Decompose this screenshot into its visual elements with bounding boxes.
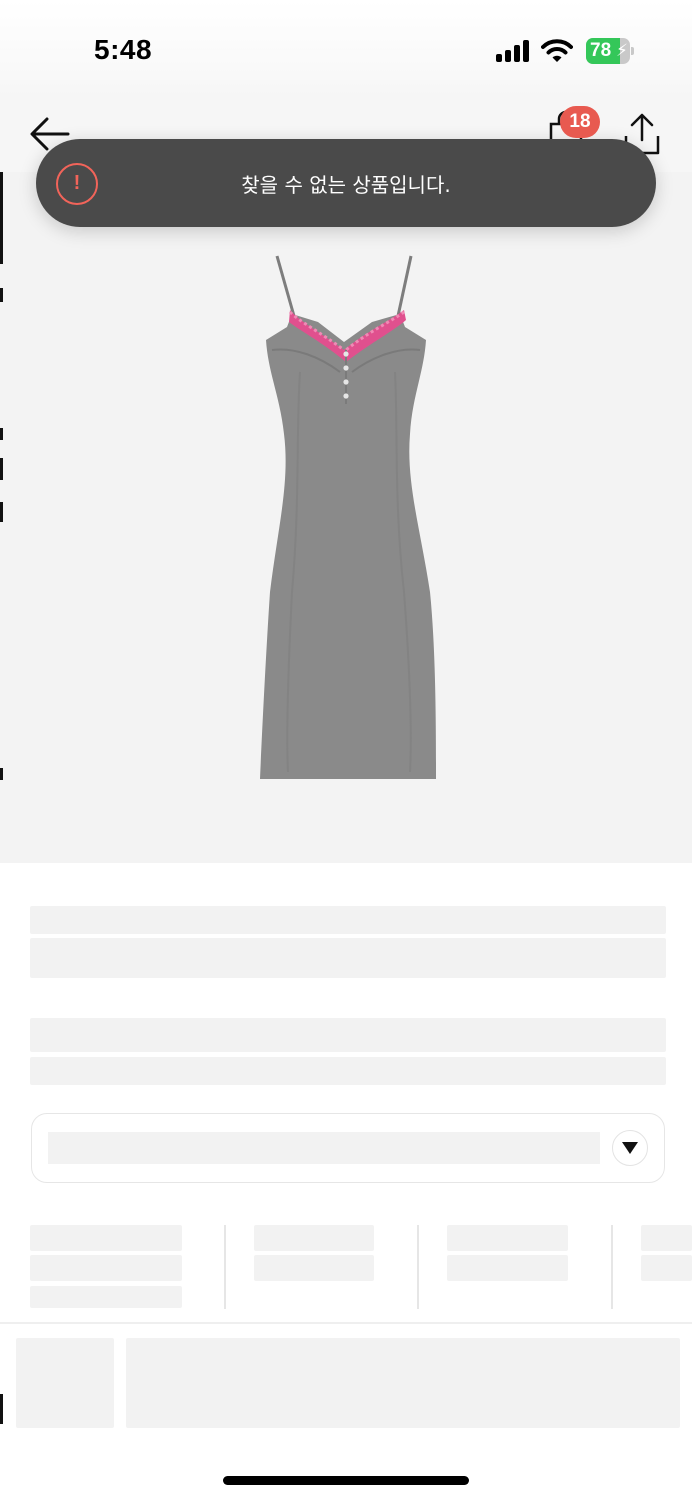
dress-illustration <box>260 255 436 779</box>
skeleton-info-2a <box>254 1225 374 1251</box>
skeleton-info-1b <box>30 1255 182 1281</box>
cellular-signal-icon <box>496 40 532 62</box>
toast-message: 찾을 수 없는 상품입니다. <box>241 173 451 197</box>
skeleton-info-3a <box>447 1225 568 1251</box>
info-divider-2 <box>417 1225 419 1309</box>
cart-count-badge: 18 <box>560 106 600 138</box>
status-bar: 5:48 78 ⚡ <box>0 0 692 100</box>
wifi-icon <box>541 39 573 62</box>
skeleton-info-1a <box>30 1225 182 1251</box>
skeleton-info-4a <box>641 1225 692 1251</box>
skeleton-bottom-thumb <box>16 1338 114 1428</box>
info-divider-3 <box>611 1225 613 1309</box>
skeleton-bottom-bar <box>126 1338 680 1428</box>
skeleton-title-line-1 <box>30 906 666 934</box>
info-divider-1 <box>224 1225 226 1309</box>
dropdown-button[interactable] <box>612 1130 648 1166</box>
left-edge-peek <box>0 172 3 1432</box>
chevron-down-icon <box>622 1142 638 1154</box>
error-toast: ! 찾을 수 없는 상품입니다. <box>36 139 656 227</box>
charging-bolt-icon: ⚡ <box>616 41 628 61</box>
status-time: 5:48 <box>94 34 153 65</box>
skeleton-price-line-1 <box>30 1018 666 1052</box>
skeleton-title-line-2 <box>30 938 666 978</box>
option-select[interactable] <box>31 1113 665 1183</box>
section-divider <box>0 1322 692 1324</box>
skeleton-option-label <box>48 1132 600 1164</box>
skeleton-info-1c <box>30 1286 182 1308</box>
battery-level: 78 <box>590 40 612 61</box>
skeleton-price-line-2 <box>30 1057 666 1085</box>
battery-icon: 78 ⚡ <box>586 38 634 64</box>
product-image[interactable] <box>0 172 692 863</box>
skeleton-info-2b <box>254 1255 374 1281</box>
home-indicator[interactable] <box>223 1476 469 1485</box>
skeleton-info-3b <box>447 1255 568 1281</box>
skeleton-info-4b <box>641 1255 692 1281</box>
